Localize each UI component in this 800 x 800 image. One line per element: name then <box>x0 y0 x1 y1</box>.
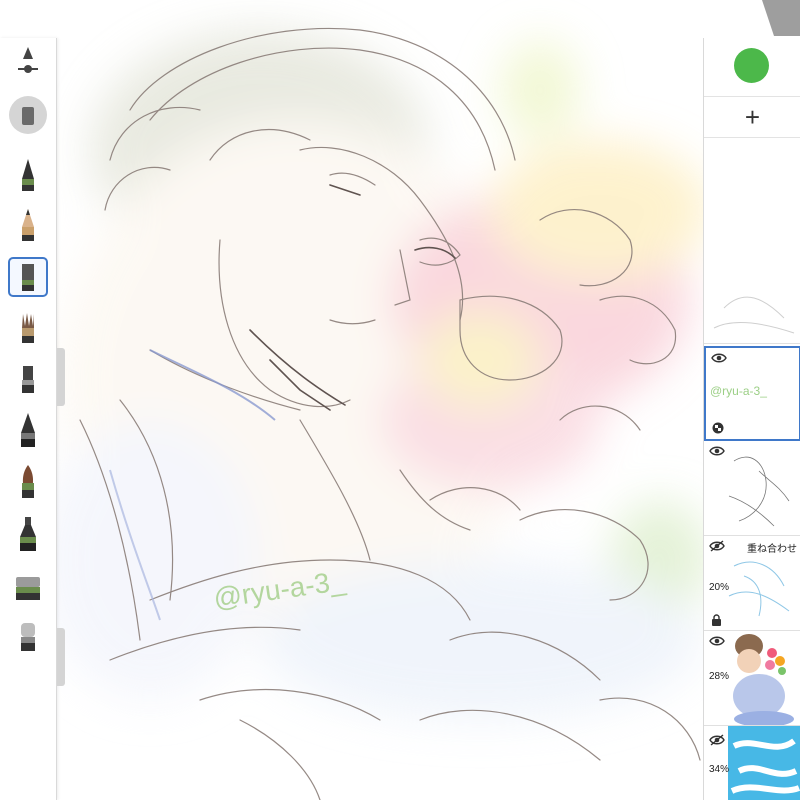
soft-brush-icon[interactable] <box>8 462 48 502</box>
airbrush-icon[interactable] <box>8 566 48 606</box>
ink-pen-icon[interactable] <box>8 410 48 450</box>
current-color-swatch[interactable] <box>734 48 769 83</box>
layer-opacity: 34% <box>709 764 730 775</box>
layer-cyan[interactable]: 34% <box>704 726 800 800</box>
fill-ink-icon[interactable] <box>8 514 48 554</box>
plus-icon: + <box>744 102 761 132</box>
visibility-eye-icon[interactable] <box>709 635 725 647</box>
layer-thumbnail-text: @ryu-a-3_ <box>710 384 767 398</box>
layer-options-icon[interactable] <box>712 422 724 434</box>
paint-brush-icon[interactable] <box>8 308 48 348</box>
pencil-icon[interactable] <box>8 205 48 245</box>
layer-blue-overlay[interactable]: 重ね合わせ 20% <box>704 536 800 631</box>
toolbar-scroll-handle-top[interactable] <box>57 348 65 406</box>
brush-toolbar <box>0 38 57 800</box>
lock-icon[interactable] <box>711 614 722 626</box>
eraser-icon[interactable] <box>8 616 48 656</box>
layer-opacity: 28% <box>709 671 730 682</box>
layer-panel: + @ryu-a-3_ 重ね合わせ 20% 28% 34% <box>703 38 800 800</box>
hidden-eye-icon[interactable] <box>709 734 725 746</box>
layer-color[interactable]: 28% <box>704 631 800 726</box>
layer-opacity: 20% <box>709 582 730 593</box>
toolbar-scroll-handle-bottom[interactable] <box>57 628 65 686</box>
layer-thumbnail <box>713 296 795 334</box>
brush-size-slider-icon[interactable] <box>8 42 48 82</box>
layer-sketch-gray[interactable] <box>704 248 800 344</box>
visibility-eye-icon[interactable] <box>711 352 727 364</box>
visibility-eye-icon[interactable] <box>709 445 725 457</box>
drawing-canvas[interactable]: @ryu-a-3_ <box>0 0 800 800</box>
layer-lineart[interactable] <box>704 441 800 536</box>
marker-icon[interactable] <box>8 257 48 297</box>
layer-blend-mode: 重ね合わせ <box>747 544 797 555</box>
hard-marker-icon[interactable] <box>8 358 48 398</box>
top-corner-tab <box>762 0 800 36</box>
eraser-round-icon[interactable] <box>8 95 48 135</box>
layer-watermark[interactable]: @ryu-a-3_ <box>704 346 800 441</box>
hidden-eye-icon[interactable] <box>709 540 725 552</box>
add-layer-button[interactable]: + <box>704 96 800 138</box>
ballpoint-pen-icon[interactable] <box>8 155 48 195</box>
